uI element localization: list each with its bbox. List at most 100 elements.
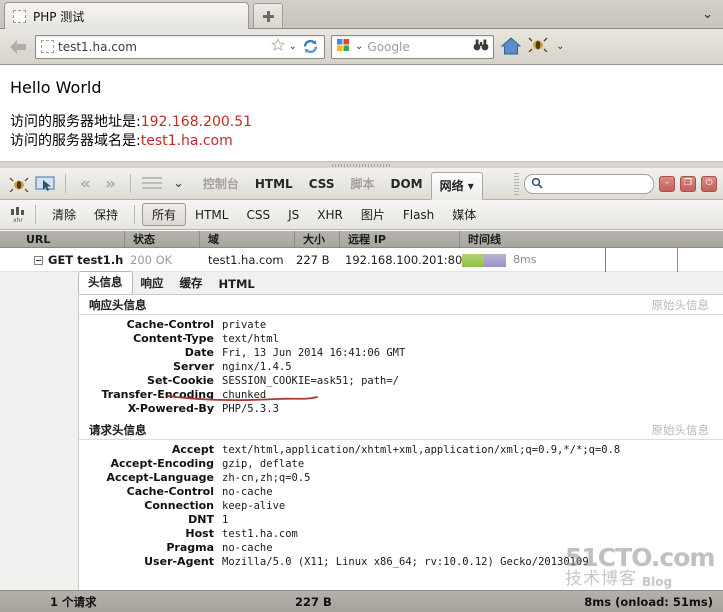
search-bar[interactable]: ⌄ Google (331, 34, 494, 59)
search-engine-chevron-icon[interactable]: ⌄ (355, 41, 363, 52)
header-name: Server (173, 360, 214, 373)
filter-flash[interactable]: Flash (394, 206, 443, 224)
inspect-element-icon[interactable] (32, 172, 58, 196)
back-arrow-icon[interactable] (7, 36, 29, 58)
server-domain-line: 访问的服务器域名是:test1.ha.com (10, 132, 713, 151)
timeline-domcontentloaded-marker (605, 248, 606, 272)
subtab-response[interactable]: 响应 (133, 273, 172, 294)
tab-dom[interactable]: DOM (383, 168, 431, 200)
firebug-bug-icon[interactable] (528, 36, 550, 58)
server-address-label: 访问的服务器地址是: (10, 114, 141, 130)
header-row: Pragma no-cache (79, 541, 723, 555)
header-row: Server nginx/1.4.5 (79, 360, 723, 374)
column-header-domain[interactable]: 域 (200, 231, 295, 248)
header-value: zh-cn,zh;q=0.5 (222, 472, 311, 484)
firebug-toolbar-right: – ❐ ⏻ (514, 172, 723, 195)
tab-strip: PHP 测试 ⌄ (0, 0, 723, 29)
response-headers-table: Cache-Control private Content-Type text/… (79, 315, 723, 420)
header-row: Set-Cookie SESSION_COOKIE=ask51; path=/ (79, 374, 723, 388)
cell-status: 200 OK (130, 253, 173, 267)
request-raw-headers-link[interactable]: 原始头信息 (652, 422, 710, 438)
table-row[interactable]: GET test1.h 200 OK test1.ha.com 227 B 19… (0, 248, 723, 272)
search-icon (531, 174, 543, 193)
tab-net[interactable]: 网络 ▾ (430, 171, 483, 200)
header-value: 1 (222, 514, 229, 526)
reload-icon[interactable] (301, 37, 320, 56)
tab-css[interactable]: CSS (301, 168, 343, 200)
subtab-html[interactable]: HTML (211, 275, 263, 294)
column-header-status[interactable]: 状态 (125, 231, 200, 248)
new-tab-button[interactable] (253, 3, 283, 28)
url-text[interactable]: test1.ha.com (58, 40, 267, 54)
column-header-size[interactable]: 大小 (295, 231, 340, 248)
header-name: DNT (188, 513, 214, 526)
toolbar-overflow-chevron-icon[interactable]: ⌄ (556, 41, 564, 52)
header-name: Connection (144, 499, 214, 512)
history-back-chevron-icon[interactable]: « (73, 174, 98, 194)
filter-separator (134, 205, 136, 224)
header-name: Cache-Control (126, 318, 214, 331)
firebug-search-box[interactable] (524, 173, 654, 194)
response-raw-headers-link[interactable]: 原始头信息 (652, 297, 710, 313)
cell-size: 227 B (296, 253, 330, 267)
firebug-bug-icon[interactable] (6, 172, 32, 196)
filter-css[interactable]: CSS (237, 206, 279, 224)
net-filter-toolbar: xhr 清除 保持 所有 HTML CSS JS XHR 图片 Flash 媒体 (0, 200, 723, 230)
history-forward-chevron-icon[interactable]: » (98, 174, 123, 194)
xhr-chart-icon[interactable]: xhr (8, 206, 28, 224)
expand-collapse-icon[interactable] (34, 256, 43, 265)
bookmark-star-icon[interactable] (270, 37, 285, 56)
url-bar[interactable]: test1.ha.com ⌄ (35, 34, 325, 59)
filter-html[interactable]: HTML (186, 206, 237, 224)
splitter-grip-icon (331, 163, 392, 167)
favicon-placeholder-icon (13, 9, 26, 23)
filter-images[interactable]: 图片 (352, 204, 394, 225)
plus-icon (262, 10, 274, 22)
header-row: Date Fri, 13 Jun 2014 16:41:06 GMT (79, 346, 723, 360)
url-dropdown-chevron-icon[interactable]: ⌄ (289, 41, 297, 52)
column-header-timeline[interactable]: 时间线 (460, 231, 723, 248)
restore-button[interactable]: ❐ (680, 175, 696, 192)
filter-clear[interactable]: 清除 (43, 204, 85, 225)
header-value: nginx/1.4.5 (222, 361, 292, 373)
cell-url[interactable]: GET test1.h (34, 248, 129, 272)
search-input[interactable] (547, 176, 647, 191)
column-header-url[interactable]: URL (18, 231, 125, 248)
close-button[interactable]: ⏻ (701, 175, 717, 192)
header-value: text/html (222, 333, 279, 345)
subtab-headers[interactable]: 头信息 (78, 271, 133, 294)
tab-list-chevron-down-icon[interactable]: ⌄ (702, 7, 713, 22)
filter-media[interactable]: 媒体 (443, 204, 485, 225)
server-domain-label: 访问的服务器域名是: (10, 133, 141, 149)
page-heading: Hello World (10, 78, 102, 97)
firebug-panel-tabs: 控制台 HTML CSS 脚本 DOM 网络 ▾ (195, 168, 483, 200)
request-headers-title: 请求头信息 (89, 422, 147, 437)
filter-persist[interactable]: 保持 (85, 204, 127, 225)
binoculars-icon[interactable] (473, 37, 489, 56)
header-value: no-cache (222, 542, 273, 554)
header-name: Set-Cookie (147, 374, 214, 387)
header-name: Host (185, 527, 214, 540)
header-row: Accept text/html,application/xhtml+xml,a… (79, 443, 723, 457)
subtab-cache[interactable]: 缓存 (172, 273, 211, 294)
tab-html[interactable]: HTML (247, 168, 301, 200)
panel-menu-chevron-down-icon[interactable]: ⌄ (166, 176, 191, 191)
site-identity-icon (41, 40, 54, 53)
header-name: X-Powered-By (127, 402, 214, 415)
header-value: keep-alive (222, 500, 286, 512)
filter-all[interactable]: 所有 (142, 203, 187, 226)
browser-tab[interactable]: PHP 测试 (4, 2, 249, 29)
search-engine-label[interactable]: Google (367, 40, 469, 54)
filter-js[interactable]: JS (279, 206, 308, 224)
header-row: Connection keep-alive (79, 499, 723, 513)
minimize-button[interactable]: – (659, 175, 675, 192)
column-header-remote-ip[interactable]: 远程 IP (340, 231, 460, 248)
tab-console[interactable]: 控制台 (195, 168, 247, 200)
net-table-header: URL 状态 域 大小 远程 IP 时间线 (0, 231, 723, 248)
header-name: Content-Type (133, 332, 214, 345)
toolbar-grip-icon (514, 172, 519, 195)
list-lines-icon[interactable] (141, 177, 162, 190)
home-icon[interactable] (500, 36, 522, 58)
filter-xhr[interactable]: XHR (308, 206, 352, 224)
tab-script[interactable]: 脚本 (343, 168, 383, 200)
